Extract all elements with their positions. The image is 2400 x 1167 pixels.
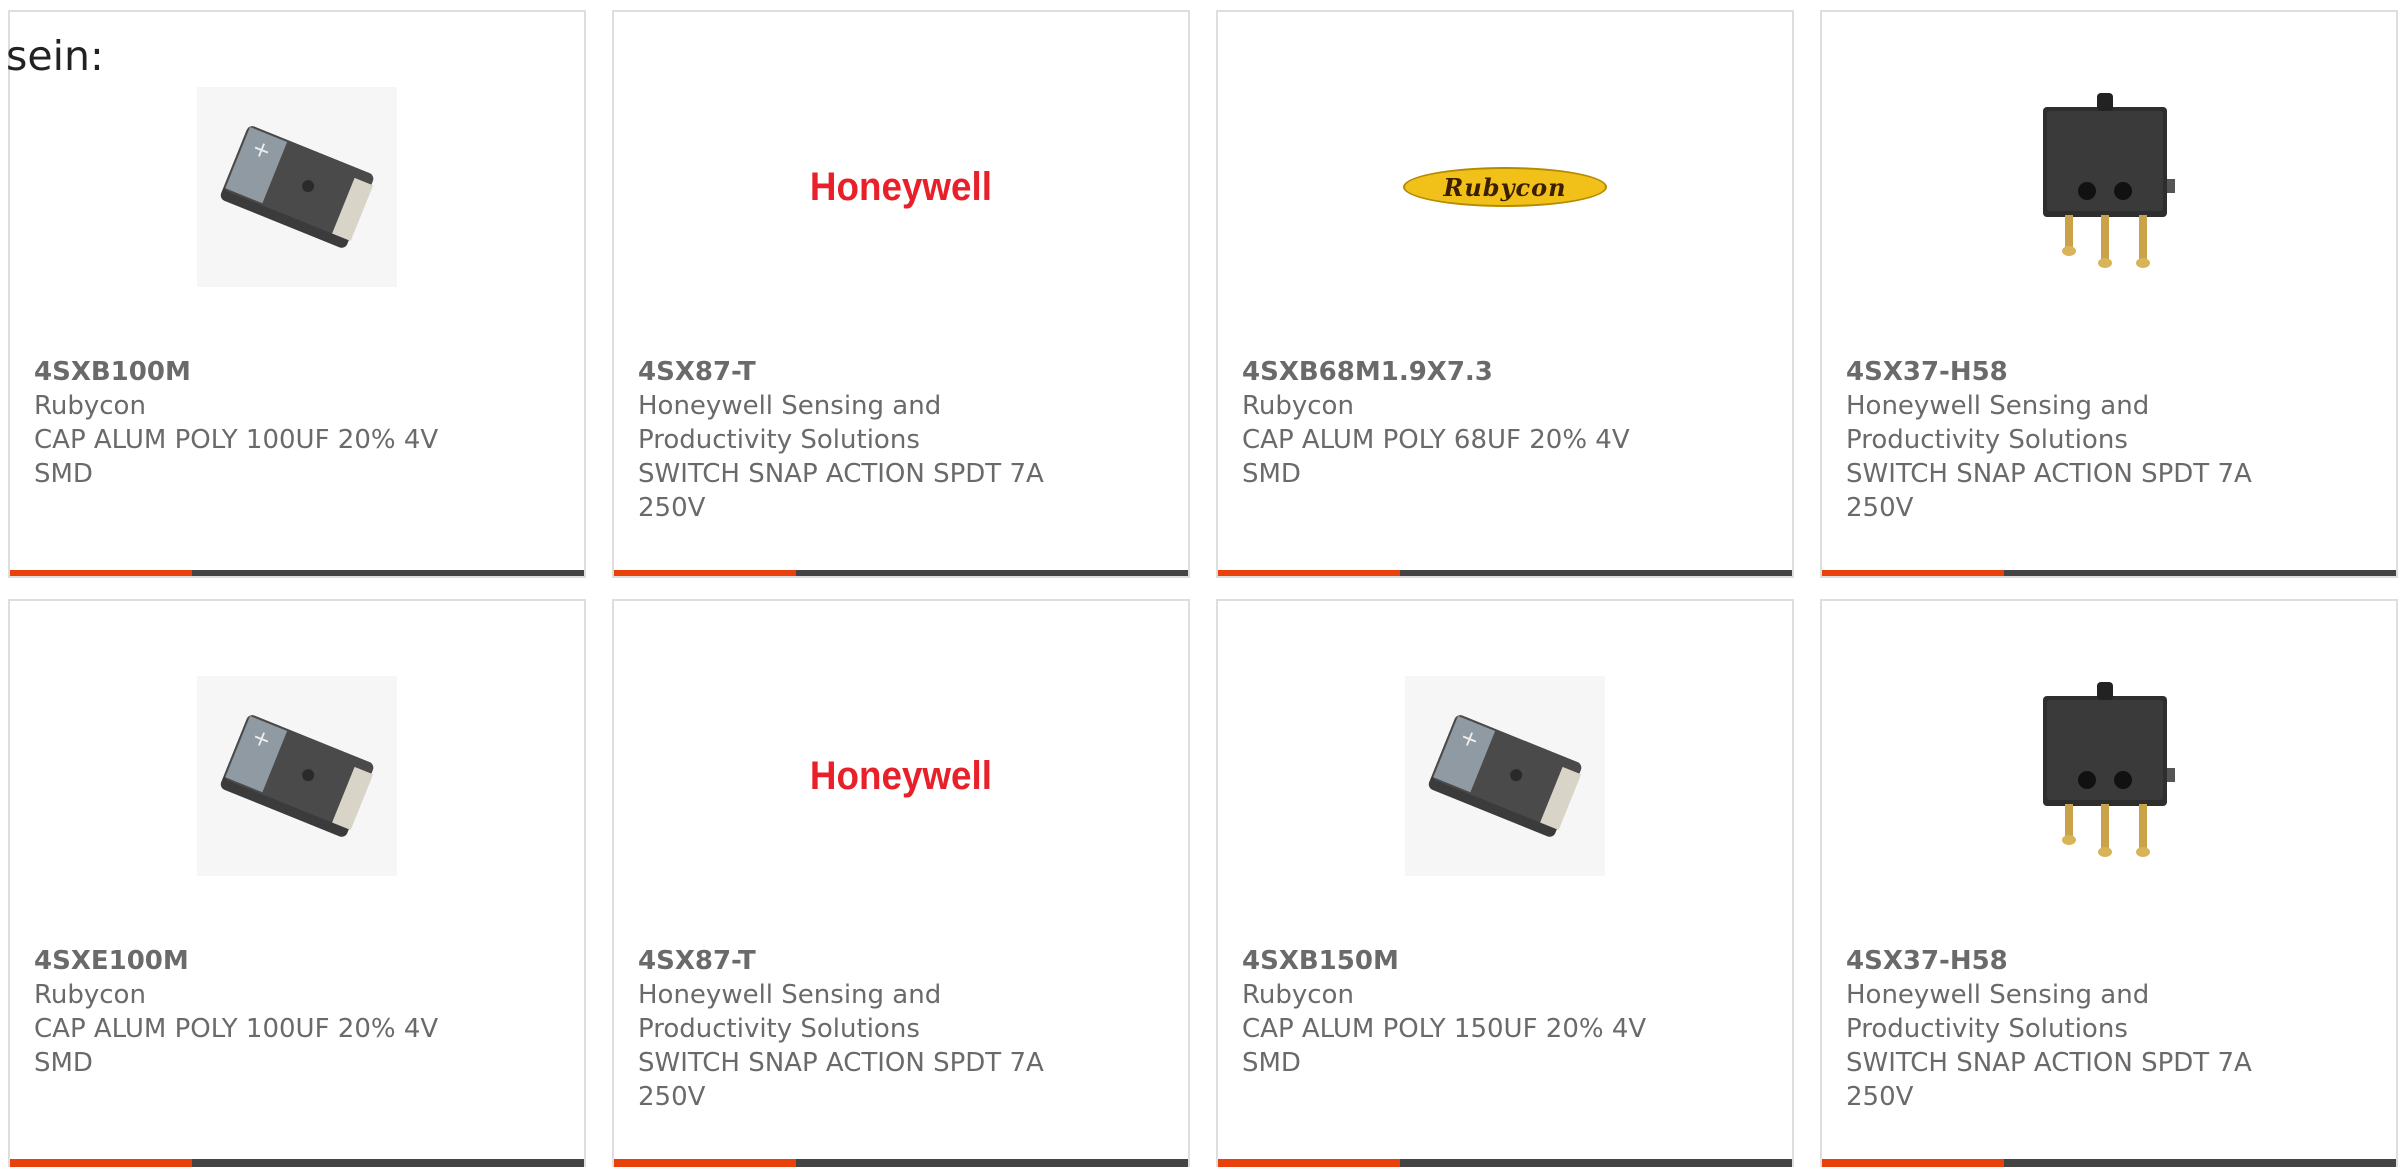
description-line: CAP ALUM POLY 68UF 20% 4V (1242, 425, 1630, 455)
manufacturer: Rubycon (1242, 391, 1354, 421)
part-number[interactable]: 4SXE100M (34, 944, 534, 978)
card-bar-accent (10, 1159, 192, 1167)
card-bar-accent (1822, 1159, 2004, 1167)
product-card[interactable]: Rubycon 4SXB68M1.9X7.3 Rubycon CAP ALUM … (1216, 10, 1794, 578)
product-card[interactable]: 4SX37-H58 Honeywell Sensing and Producti… (1820, 599, 2398, 1167)
manufacturer: Rubycon (1242, 980, 1354, 1010)
capacitor-photo: + (1405, 676, 1605, 876)
part-number[interactable]: 4SX87-T (638, 355, 1138, 389)
product-card[interactable]: + 4SXB100M Rubycon CAP ALUM POLY 100UF 2… (8, 10, 586, 578)
product-image[interactable]: + (10, 651, 584, 901)
capacitor-photo: + (197, 87, 397, 287)
manufacturer: Productivity Solutions (638, 425, 920, 455)
description-line: SWITCH SNAP ACTION SPDT 7A (638, 1048, 1044, 1078)
product-info: 4SX87-T Honeywell Sensing and Productivi… (638, 355, 1138, 525)
description-line: 250V (638, 1082, 706, 1112)
product-card[interactable]: + 4SXB150M Rubycon CAP ALUM POLY 150UF 2… (1216, 599, 1794, 1167)
manufacturer: Rubycon (34, 391, 146, 421)
card-bottom-bar (614, 570, 1188, 576)
product-image[interactable] (1822, 62, 2396, 312)
card-bar-accent (1822, 570, 2004, 576)
description-line: SMD (34, 459, 93, 489)
description-line: SWITCH SNAP ACTION SPDT 7A (638, 459, 1044, 489)
manufacturer: Honeywell Sensing and (1846, 980, 2150, 1010)
manufacturer: Productivity Solutions (638, 1014, 920, 1044)
product-info: 4SXB68M1.9X7.3 Rubycon CAP ALUM POLY 68U… (1242, 355, 1742, 491)
card-bar-accent (1218, 570, 1400, 576)
card-bottom-bar (614, 1159, 1188, 1167)
manufacturer: Rubycon (34, 980, 146, 1010)
card-bar-accent (614, 570, 796, 576)
part-number[interactable]: 4SX87-T (638, 944, 1138, 978)
part-number[interactable]: 4SXB150M (1242, 944, 1742, 978)
product-card[interactable]: Honeywell 4SX87-T Honeywell Sensing and … (612, 599, 1190, 1167)
card-bar-accent (614, 1159, 796, 1167)
product-image[interactable]: Rubycon (1218, 62, 1792, 312)
description-line: SMD (1242, 459, 1301, 489)
product-card[interactable]: + 4SXE100M Rubycon CAP ALUM POLY 100UF 2… (8, 599, 586, 1167)
product-image[interactable]: Honeywell (614, 62, 1188, 312)
rubycon-logo: Rubycon (1403, 167, 1607, 207)
description-line: 250V (638, 493, 706, 523)
card-bottom-bar (10, 1159, 584, 1167)
intro-text: sein: (6, 32, 104, 80)
product-info: 4SX87-T Honeywell Sensing and Productivi… (638, 944, 1138, 1114)
product-info: 4SXB150M Rubycon CAP ALUM POLY 150UF 20%… (1242, 944, 1742, 1080)
manufacturer: Honeywell Sensing and (638, 980, 942, 1010)
description-line: SWITCH SNAP ACTION SPDT 7A (1846, 459, 2252, 489)
product-info: 4SXB100M Rubycon CAP ALUM POLY 100UF 20%… (34, 355, 534, 491)
part-number[interactable]: 4SXB100M (34, 355, 534, 389)
description-line: 250V (1846, 1082, 1914, 1112)
part-number[interactable]: 4SX37-H58 (1846, 944, 2346, 978)
capacitor-photo: + (197, 676, 397, 876)
part-number[interactable]: 4SX37-H58 (1846, 355, 2346, 389)
manufacturer: Honeywell Sensing and (638, 391, 942, 421)
snap-switch-photo (2043, 93, 2175, 268)
product-info: 4SX37-H58 Honeywell Sensing and Producti… (1846, 944, 2346, 1114)
manufacturer: Productivity Solutions (1846, 1014, 2128, 1044)
product-image[interactable]: + (10, 62, 584, 312)
product-card[interactable]: 4SX37-H58 Honeywell Sensing and Producti… (1820, 10, 2398, 578)
card-bar-accent (1218, 1159, 1400, 1167)
card-bar-accent (10, 570, 192, 576)
description-line: SMD (34, 1048, 93, 1078)
part-number[interactable]: 4SXB68M1.9X7.3 (1242, 355, 1742, 389)
card-bottom-bar (1218, 570, 1792, 576)
description-line: CAP ALUM POLY 150UF 20% 4V (1242, 1014, 1647, 1044)
product-card[interactable]: Honeywell 4SX87-T Honeywell Sensing and … (612, 10, 1190, 578)
card-bottom-bar (1822, 570, 2396, 576)
manufacturer: Honeywell Sensing and (1846, 391, 2150, 421)
honeywell-logo: Honeywell (809, 753, 993, 798)
card-bottom-bar (1218, 1159, 1792, 1167)
product-info: 4SXE100M Rubycon CAP ALUM POLY 100UF 20%… (34, 944, 534, 1080)
description-line: SMD (1242, 1048, 1301, 1078)
snap-switch-photo (2043, 682, 2175, 857)
description-line: SWITCH SNAP ACTION SPDT 7A (1846, 1048, 2252, 1078)
card-bottom-bar (1822, 1159, 2396, 1167)
product-info: 4SX37-H58 Honeywell Sensing and Producti… (1846, 355, 2346, 525)
manufacturer: Productivity Solutions (1846, 425, 2128, 455)
card-bottom-bar (10, 570, 584, 576)
description-line: CAP ALUM POLY 100UF 20% 4V (34, 1014, 439, 1044)
product-image[interactable]: + (1218, 651, 1792, 901)
product-image[interactable] (1822, 651, 2396, 901)
honeywell-logo: Honeywell (809, 164, 993, 209)
description-line: 250V (1846, 493, 1914, 523)
description-line: CAP ALUM POLY 100UF 20% 4V (34, 425, 439, 455)
product-image[interactable]: Honeywell (614, 651, 1188, 901)
